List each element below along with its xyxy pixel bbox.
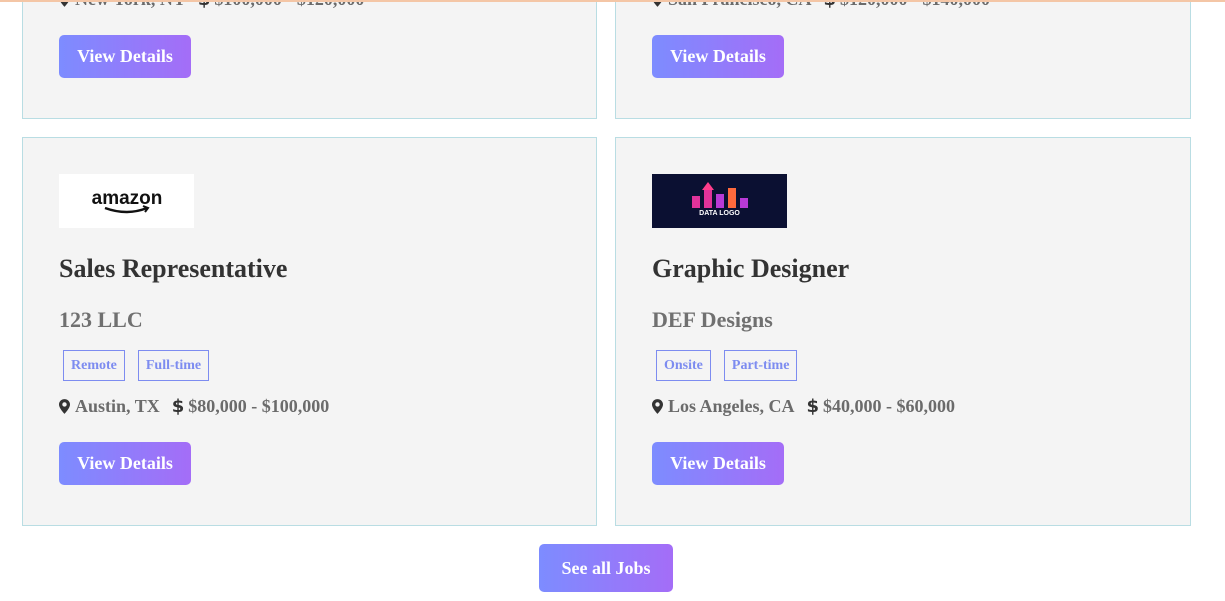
job-card: amazon Sales Representative 123 LLC Remo… — [22, 137, 597, 526]
map-pin-icon — [652, 399, 663, 414]
company-logo-amazon: amazon — [59, 174, 194, 228]
tag-work-mode: Onsite — [656, 350, 711, 381]
job-tags: Onsite Part-time — [656, 350, 798, 381]
tag-employment-type: Full-time — [137, 350, 210, 381]
view-details-button[interactable]: View Details — [652, 442, 784, 485]
tag-employment-type: Part-time — [723, 350, 798, 381]
see-all-jobs-button[interactable]: See all Jobs — [539, 544, 673, 592]
job-title: Sales Representative — [59, 254, 288, 283]
view-details-button[interactable]: View Details — [59, 35, 191, 78]
company-name: DEF Designs — [652, 307, 773, 332]
job-card: DATA LOGO Graphic Designer DEF Designs O… — [615, 137, 1191, 526]
job-card: New York, NY $ $100,000 - $120,000 View … — [22, 0, 597, 119]
job-meta: Los Angeles, CA $ $40,000 - $60,000 — [652, 396, 955, 417]
view-details-button[interactable]: View Details — [59, 442, 191, 485]
amazon-logo-image: amazon — [91, 188, 162, 214]
map-pin-icon — [59, 399, 70, 414]
data-logo-text: DATA LOGO — [699, 210, 740, 217]
job-salary: $40,000 - $60,000 — [823, 396, 956, 416]
tag-work-mode: Remote — [63, 350, 125, 381]
job-salary: $80,000 - $100,000 — [188, 396, 330, 416]
job-tags: Remote Full-time — [63, 350, 210, 381]
job-location: Austin, TX — [75, 396, 160, 416]
dollar-icon: $ — [171, 396, 185, 417]
top-divider — [0, 0, 1225, 2]
dollar-icon: $ — [806, 396, 820, 417]
job-card: San Francisco, CA $ $120,000 - $140,000 … — [615, 0, 1191, 119]
job-meta: Austin, TX $ $80,000 - $100,000 — [59, 396, 329, 417]
job-location: Los Angeles, CA — [668, 396, 795, 416]
view-details-button[interactable]: View Details — [652, 35, 784, 78]
amazon-wordmark: amazon — [91, 188, 162, 209]
company-name: 123 LLC — [59, 307, 143, 332]
job-title: Graphic Designer — [652, 254, 850, 283]
company-logo-data: DATA LOGO — [652, 174, 787, 228]
data-logo-image: DATA LOGO — [692, 182, 748, 217]
